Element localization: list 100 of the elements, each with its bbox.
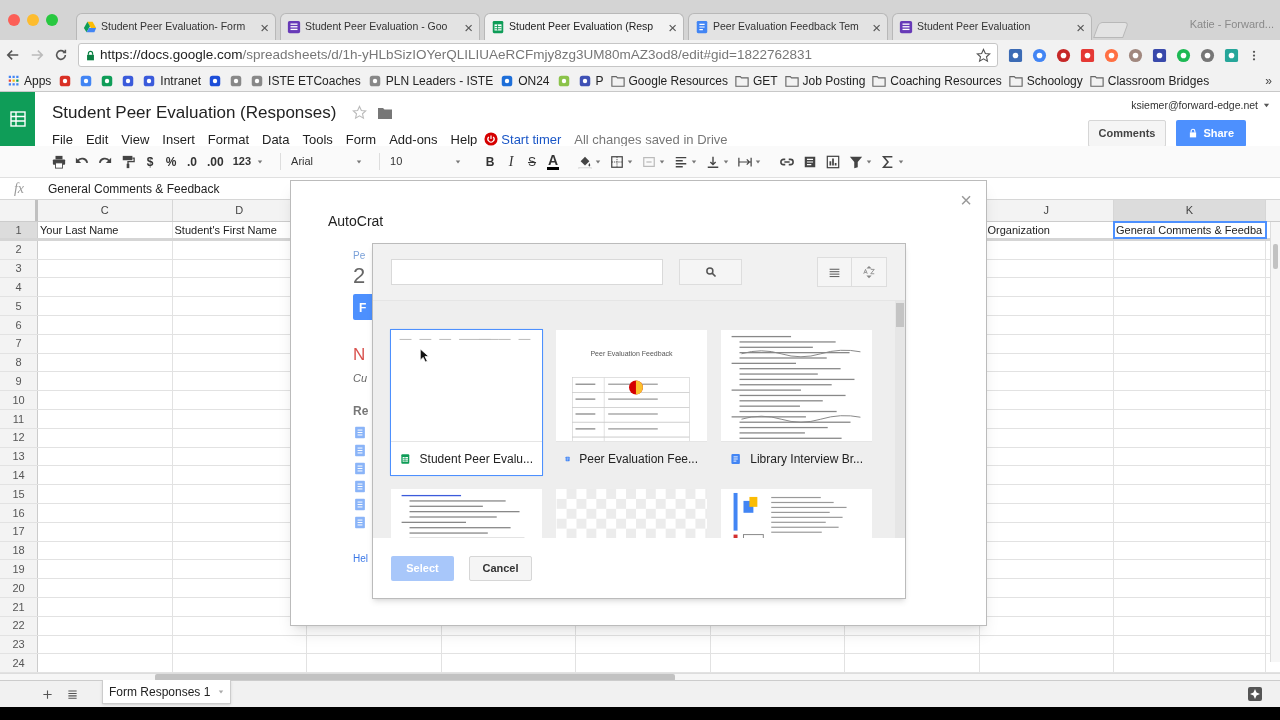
menu-item[interactable]: Data xyxy=(262,129,290,149)
row-header[interactable]: 15 xyxy=(0,485,38,503)
row-header[interactable]: 24 xyxy=(0,654,38,673)
caret-icon[interactable] xyxy=(659,158,666,165)
borders-icon[interactable] xyxy=(610,154,625,169)
extension-icon[interactable] xyxy=(1152,47,1167,63)
reload-icon[interactable] xyxy=(54,48,68,62)
site-icon[interactable] xyxy=(79,73,94,88)
dropdown-button[interactable]: Arial xyxy=(280,153,363,170)
close-icon[interactable]: × xyxy=(260,19,269,35)
table-cell[interactable]: Organization xyxy=(987,221,1050,239)
extension-icon[interactable] xyxy=(1128,47,1143,63)
search-button[interactable] xyxy=(679,259,742,285)
row-header[interactable]: 1 xyxy=(0,222,38,238)
extension-icon[interactable] xyxy=(1080,47,1095,63)
dropdown-button[interactable]: 123 xyxy=(232,153,264,170)
menu-item[interactable]: File xyxy=(52,129,73,149)
row-header[interactable]: 14 xyxy=(0,466,38,485)
caret-icon[interactable] xyxy=(866,158,873,165)
toolbar-button[interactable]: .0 xyxy=(186,152,198,171)
site-icon[interactable] xyxy=(229,73,244,88)
table-cell[interactable]: Your Last Name xyxy=(40,221,119,239)
more-bookmarks-button[interactable]: » xyxy=(1265,71,1272,90)
menu-item[interactable]: View xyxy=(121,129,150,149)
bookmark-link[interactable]: Coaching Resources xyxy=(872,71,1002,90)
comment-icon[interactable] xyxy=(803,154,818,169)
column-header[interactable]: C xyxy=(38,200,173,221)
menu-item[interactable]: Insert xyxy=(162,129,195,149)
comments-button[interactable]: Comments xyxy=(1087,119,1167,147)
sheet-tab[interactable]: Form Responses 1 xyxy=(102,680,232,704)
column-header[interactable]: K xyxy=(1114,200,1266,221)
site-icon[interactable] xyxy=(121,73,136,88)
row-header[interactable]: 19 xyxy=(0,560,38,579)
toolbar-button[interactable]: B xyxy=(484,152,497,171)
star-icon[interactable] xyxy=(976,47,991,63)
menu-item[interactable]: Edit xyxy=(85,129,109,149)
row-header[interactable]: 4 xyxy=(0,278,38,297)
toolbar-button[interactable]: .00 xyxy=(207,152,224,171)
scrollbar-thumb[interactable] xyxy=(1273,244,1278,269)
sheets-logo[interactable] xyxy=(0,92,35,146)
site-icon[interactable] xyxy=(208,73,223,88)
list-view-button[interactable] xyxy=(817,257,852,287)
row-header[interactable]: 20 xyxy=(0,579,38,597)
chart-icon[interactable] xyxy=(826,154,841,169)
search-field[interactable] xyxy=(391,259,663,285)
caret-icon[interactable] xyxy=(755,158,762,165)
toolbar-button[interactable]: $ xyxy=(144,152,156,171)
close-icon[interactable]: × xyxy=(464,19,473,35)
bookmark-link[interactable]: ON24 xyxy=(500,71,550,90)
caret-icon[interactable] xyxy=(1263,102,1270,110)
bookmark-link[interactable]: Classroom Bridges xyxy=(1089,71,1210,90)
account-email[interactable]: ksiemer@forward-edge.net xyxy=(1131,98,1258,114)
site-icon[interactable] xyxy=(58,73,73,88)
caret-icon[interactable] xyxy=(723,158,730,165)
menu-item[interactable]: Form xyxy=(345,129,377,149)
browser-tab[interactable]: Student Peer Evaluation- Form × xyxy=(76,13,276,40)
bookmark-link[interactable]: Schoology xyxy=(1008,71,1083,90)
menu-item[interactable]: Help xyxy=(450,129,478,149)
extension-icon[interactable] xyxy=(1056,47,1071,63)
bookmark-link[interactable]: ISTE ETCoaches xyxy=(250,71,361,90)
bookmark-link[interactable]: PLN Leaders - ISTE xyxy=(367,71,494,90)
scrollbar-thumb[interactable] xyxy=(896,303,904,327)
row-header[interactable]: 10 xyxy=(0,391,38,409)
toolbar-button[interactable]: % xyxy=(165,152,177,171)
extension-icon[interactable] xyxy=(1008,47,1023,63)
bookmark-link[interactable]: Apps xyxy=(8,71,52,90)
explore-icon[interactable] xyxy=(1247,686,1263,702)
row-header[interactable]: 5 xyxy=(0,297,38,315)
menu-item[interactable]: Add-ons xyxy=(389,129,438,149)
browser-tab[interactable]: Student Peer Evaluation - Goo × xyxy=(280,13,480,40)
menu-item[interactable]: Format xyxy=(207,129,249,149)
extension-icon[interactable] xyxy=(1032,47,1047,63)
bookmark-link[interactable]: GET xyxy=(734,71,778,90)
extension-icon[interactable] xyxy=(1200,47,1215,63)
scrollbar-thumb[interactable] xyxy=(155,674,675,680)
formula-input[interactable]: General Comments & Feedback xyxy=(38,179,220,198)
caret-icon[interactable] xyxy=(691,158,698,165)
toolbar-button[interactable]: S xyxy=(526,152,539,171)
close-icon[interactable]: × xyxy=(872,19,881,35)
paint-roller-icon[interactable] xyxy=(121,154,135,169)
table-cell[interactable]: Student's First Name xyxy=(174,221,277,239)
bookmark-link[interactable]: Google Resources xyxy=(610,71,728,90)
align-icon[interactable] xyxy=(674,154,689,169)
cancel-button[interactable]: Cancel xyxy=(469,555,532,581)
help-link[interactable]: Hel xyxy=(353,551,368,566)
file-card[interactable]: Student Peer Evalu... xyxy=(391,330,542,475)
back-icon[interactable] xyxy=(6,48,20,62)
row-header[interactable]: 9 xyxy=(0,372,38,391)
sheet-list-icon[interactable] xyxy=(67,689,78,700)
caret-icon[interactable] xyxy=(898,158,905,165)
document-title[interactable]: Student Peer Evaluation (Responses) xyxy=(52,100,337,126)
close-icon[interactable]: × xyxy=(1076,19,1085,35)
browser-tab[interactable]: Student Peer Evaluation × xyxy=(892,13,1092,40)
site-icon[interactable] xyxy=(100,73,115,88)
toolbar-button[interactable]: A xyxy=(547,153,560,170)
paint-bucket-icon[interactable] xyxy=(578,154,593,169)
merge-cells-icon[interactable] xyxy=(642,154,657,169)
filter-icon[interactable] xyxy=(849,154,864,169)
browser-tab[interactable]: Peer Evaluation Feedback Tem × xyxy=(688,13,888,40)
browser-tab[interactable]: Student Peer Evaluation (Resp × xyxy=(484,13,684,40)
